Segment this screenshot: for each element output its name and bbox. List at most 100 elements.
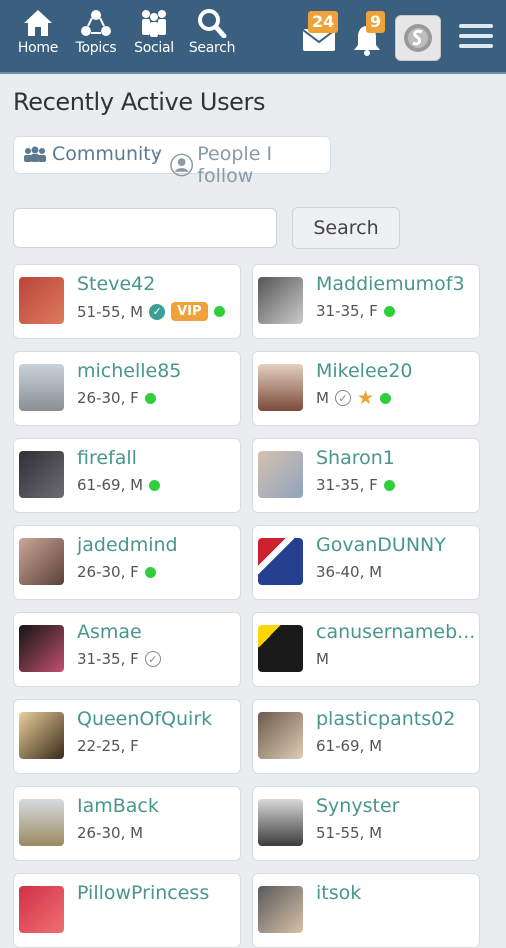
user-age-gender: 61-69, M <box>316 737 383 755</box>
user-card[interactable]: PillowPrincess <box>13 873 241 948</box>
user-age-gender: 26-30, M <box>77 824 144 842</box>
user-card[interactable]: michelle85 26-30, F <box>13 351 241 426</box>
search-input[interactable] <box>13 208 277 248</box>
user-avatar[interactable] <box>19 277 64 324</box>
user-avatar[interactable] <box>19 886 64 933</box>
home-icon <box>24 10 52 36</box>
user-avatar[interactable] <box>19 625 64 672</box>
user-age-gender: 26-30, F <box>77 563 139 581</box>
nav-social[interactable]: Social <box>126 8 182 56</box>
nav-social-label: Social <box>134 40 174 56</box>
user-meta: M <box>316 650 329 668</box>
user-card[interactable]: jadedmind 26-30, F <box>13 525 241 600</box>
user-name-link[interactable]: plasticpants02 <box>316 708 476 730</box>
user-name-link[interactable]: jadedmind <box>77 534 237 556</box>
verified-check-icon: ✓ <box>149 303 166 320</box>
avatar-logo-icon <box>404 24 432 52</box>
nav-home[interactable]: Home <box>10 8 66 56</box>
user-card[interactable]: Asmae 31-35, F ✓ <box>13 612 241 687</box>
user-meta: 26-30, M <box>77 824 143 842</box>
social-icon <box>142 10 166 37</box>
filter-people-i-follow[interactable]: People I follow <box>170 143 330 187</box>
online-status-dot <box>144 566 156 578</box>
user-avatar[interactable] <box>258 364 303 411</box>
online-status-dot <box>383 479 395 491</box>
user-card[interactable]: Synyster 51-55, M <box>252 786 480 861</box>
user-avatar[interactable] <box>19 538 64 585</box>
filter-community[interactable]: Community <box>22 143 162 165</box>
notifications-count-badge: 9 <box>366 11 386 33</box>
nav-topics-label: Topics <box>75 40 117 56</box>
user-name-link[interactable]: QueenOfQuirk <box>77 708 237 730</box>
search-button[interactable]: Search <box>292 207 400 249</box>
user-name-link[interactable]: PillowPrincess <box>77 882 237 904</box>
community-icon <box>24 146 46 162</box>
user-card[interactable]: itsok <box>252 873 480 948</box>
user-card[interactable]: canusernameb... M <box>252 612 480 687</box>
user-age-gender: 51-55, M <box>77 302 144 321</box>
user-avatar[interactable] <box>19 799 64 846</box>
user-age-gender: 31-35, F <box>77 650 139 668</box>
user-name-link[interactable]: Maddiemumof3 <box>316 273 476 295</box>
user-age-gender: 31-35, F <box>316 476 378 494</box>
user-card[interactable]: Steve42 51-55, M ✓ VIP <box>13 264 241 339</box>
user-card[interactable]: QueenOfQuirk 22-25, F <box>13 699 241 774</box>
user-name-link[interactable]: Steve42 <box>77 273 237 295</box>
nav-topics[interactable]: Topics <box>68 8 124 56</box>
online-status-dot <box>383 305 395 317</box>
user-avatar[interactable] <box>258 799 303 846</box>
user-age-gender: 61-69, M <box>77 476 144 494</box>
user-avatar[interactable] <box>258 277 303 324</box>
user-meta: 31-35, F ✓ <box>77 650 161 668</box>
user-age-gender: 51-55, M <box>316 824 383 842</box>
user-age-gender: M <box>316 650 329 668</box>
user-avatar[interactable] <box>19 364 64 411</box>
nav-search[interactable]: Search <box>184 8 240 56</box>
user-card[interactable]: IamBack 26-30, M <box>13 786 241 861</box>
messages-count-badge: 24 <box>308 11 339 33</box>
user-avatar[interactable] <box>258 538 303 585</box>
online-status-dot <box>380 392 391 404</box>
user-name-link[interactable]: Synyster <box>316 795 476 817</box>
user-avatar[interactable] <box>19 712 64 759</box>
user-avatar[interactable] <box>19 451 64 498</box>
user-card[interactable]: Mikelee20 M ✓ ★ <box>252 351 480 426</box>
user-name-link[interactable]: firefall <box>77 447 237 469</box>
user-name-link[interactable]: canusernameb... <box>316 621 476 643</box>
user-name-link[interactable]: IamBack <box>77 795 237 817</box>
user-filter-toggle: Community · People I follow <box>13 136 331 187</box>
online-status-dot <box>213 306 225 317</box>
user-meta: M ✓ ★ <box>316 389 391 408</box>
user-name-link[interactable]: michelle85 <box>77 360 237 382</box>
user-name-link[interactable]: itsok <box>316 882 476 904</box>
vip-badge: VIP <box>171 302 208 321</box>
nav-search-label: Search <box>188 40 236 56</box>
user-age-gender: 26-30, F <box>77 389 139 407</box>
user-name-link[interactable]: Mikelee20 <box>316 360 476 382</box>
user-avatar[interactable] <box>258 886 303 933</box>
user-avatar[interactable] <box>258 712 303 759</box>
user-name-link[interactable]: GovanDUNNY <box>316 534 476 556</box>
user-meta: 22-25, F <box>77 737 139 755</box>
user-meta: 36-40, M <box>316 563 382 581</box>
user-meta: 51-55, M ✓ VIP <box>77 302 225 321</box>
online-status-dot <box>144 392 156 404</box>
user-age-gender: 31-35, F <box>316 302 378 320</box>
user-avatar[interactable] <box>258 625 303 672</box>
hamburger-menu-icon[interactable] <box>459 24 493 54</box>
filter-follow-label: People I follow <box>197 143 273 187</box>
user-card[interactable]: Maddiemumof3 31-35, F <box>252 264 480 339</box>
search-icon <box>198 9 227 38</box>
user-card[interactable]: GovanDUNNY 36-40, M <box>252 525 480 600</box>
user-card[interactable]: Sharon1 31-35, F <box>252 438 480 513</box>
user-name-link[interactable]: Asmae <box>77 621 237 643</box>
user-meta: 61-69, M <box>316 737 382 755</box>
filter-community-label: Community <box>52 143 162 165</box>
user-avatar[interactable] <box>258 451 303 498</box>
user-card[interactable]: firefall 61-69, M <box>13 438 241 513</box>
verified-check-icon: ✓ <box>334 390 351 406</box>
user-card[interactable]: plasticpants02 61-69, M <box>252 699 480 774</box>
top-nav-bar: Home Topics Social Search 24 9 <box>0 0 506 74</box>
user-name-link[interactable]: Sharon1 <box>316 447 476 469</box>
user-avatar-button[interactable] <box>395 15 441 61</box>
